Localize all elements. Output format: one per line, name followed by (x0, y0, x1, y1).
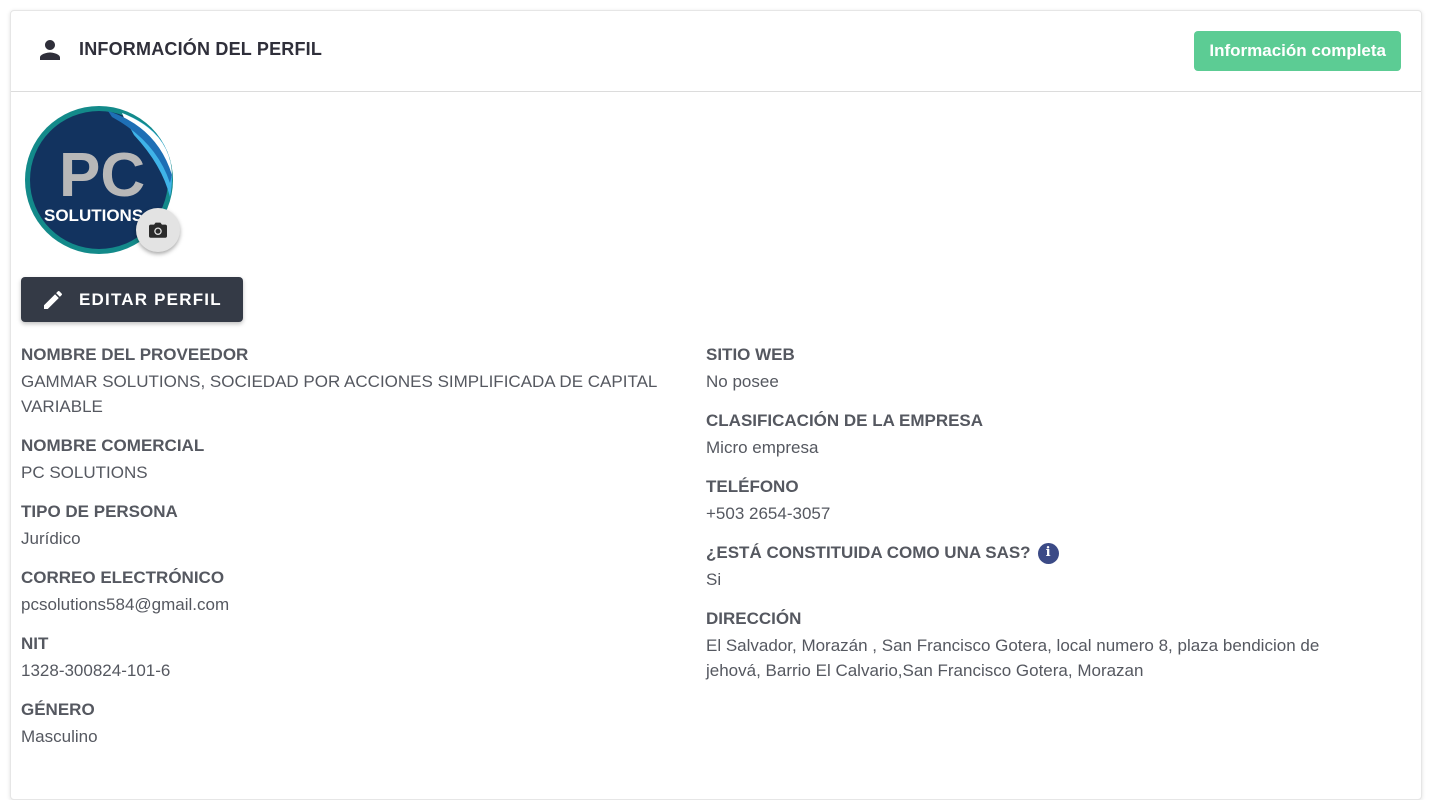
right-column: SITIO WEB No posee CLASIFICACIÓN DE LA E… (706, 344, 1366, 699)
field-label: GÉNERO (21, 700, 95, 719)
logo-text-solutions: SOLUTIONS (44, 206, 143, 225)
edit-profile-label: EDITAR PERFIL (79, 289, 222, 309)
field-value: Si (706, 570, 722, 589)
left-column: NOMBRE DEL PROVEEDOR GAMMAR SOLUTIONS, S… (21, 344, 671, 765)
field-sas: ¿ESTÁ CONSTITUIDA COMO UNA SAS? i Si (706, 542, 1366, 592)
field-label: DIRECCIÓN (706, 609, 802, 628)
field-value: El Salvador, Morazán , San Francisco Got… (706, 636, 1320, 680)
camera-icon (149, 222, 167, 238)
field-label: NIT (21, 634, 49, 653)
field-trade-name: NOMBRE COMERCIAL PC SOLUTIONS (21, 435, 671, 485)
status-badge[interactable]: Información completa (1194, 31, 1401, 71)
field-value: Masculino (21, 727, 98, 746)
field-website: SITIO WEB No posee (706, 344, 1366, 394)
field-label: NOMBRE COMERCIAL (21, 436, 205, 455)
field-address: DIRECCIÓN El Salvador, Morazán , San Fra… (706, 608, 1366, 683)
logo-text-pc: PC (59, 141, 145, 210)
field-value: Micro empresa (706, 438, 819, 457)
field-value: No posee (706, 372, 779, 391)
field-value: GAMMAR SOLUTIONS, SOCIEDAD POR ACCIONES … (21, 372, 657, 416)
field-label: CLASIFICACIÓN DE LA EMPRESA (706, 411, 984, 430)
field-person-type: TIPO DE PERSONA Jurídico (21, 501, 671, 551)
field-label: NOMBRE DEL PROVEEDOR (21, 345, 249, 364)
person-icon (40, 40, 60, 60)
field-label: CORREO ELECTRÓNICO (21, 568, 225, 587)
field-label: ¿ESTÁ CONSTITUIDA COMO UNA SAS? (706, 543, 1031, 562)
info-icon[interactable]: i (1037, 542, 1059, 564)
field-value: PC SOLUTIONS (21, 463, 148, 482)
pencil-icon (44, 290, 63, 309)
card-header: INFORMACIÓN DEL PERFIL Información compl… (11, 11, 1421, 92)
field-gender: GÉNERO Masculino (21, 699, 671, 749)
field-value: +503 2654-3057 (706, 504, 831, 523)
avatar: PC SOLUTIONS (22, 105, 182, 255)
field-value: 1328-300824-101-6 (21, 661, 171, 680)
field-label: TIPO DE PERSONA (21, 502, 178, 521)
field-label: SITIO WEB (706, 345, 795, 364)
field-company-classification: CLASIFICACIÓN DE LA EMPRESA Micro empres… (706, 410, 1366, 460)
field-provider-name: NOMBRE DEL PROVEEDOR GAMMAR SOLUTIONS, S… (21, 344, 671, 419)
field-nit: NIT 1328-300824-101-6 (21, 633, 671, 683)
change-photo-button[interactable] (136, 208, 180, 252)
field-value: pcsolutions584@gmail.com (21, 595, 230, 614)
page-title: INFORMACIÓN DEL PERFIL (79, 39, 323, 59)
field-phone: TELÉFONO +503 2654-3057 (706, 476, 1366, 526)
field-email: CORREO ELECTRÓNICO pcsolutions584@gmail.… (21, 567, 671, 617)
edit-profile-button[interactable]: EDITAR PERFIL (21, 277, 243, 322)
field-value: Jurídico (21, 529, 81, 548)
field-label: TELÉFONO (706, 477, 799, 496)
field-label-row: ¿ESTÁ CONSTITUIDA COMO UNA SAS? i (706, 542, 1366, 564)
